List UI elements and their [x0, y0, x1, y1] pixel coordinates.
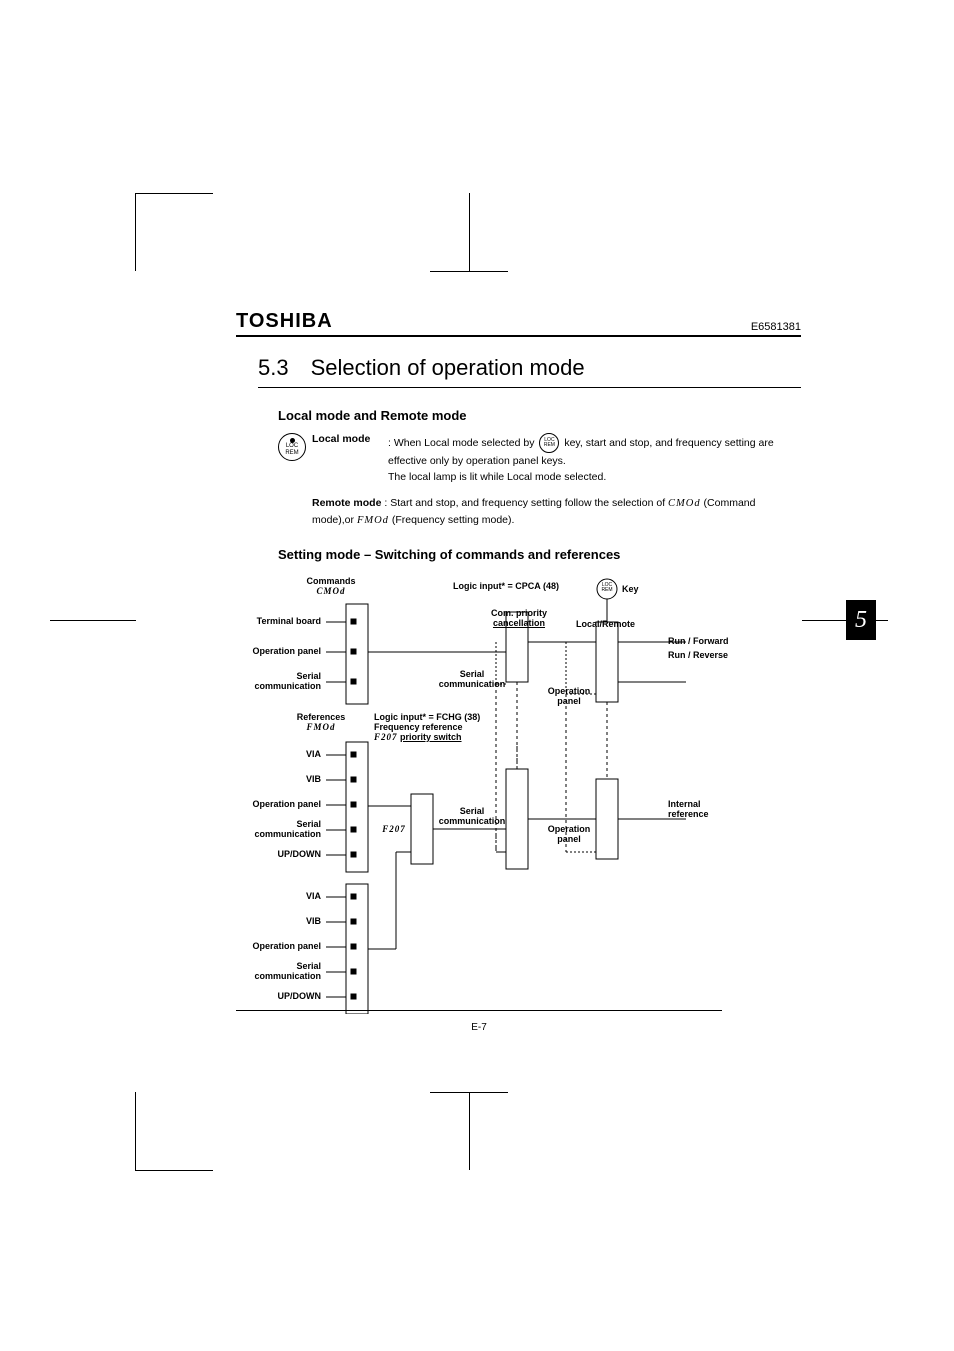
terminal-board-label: Terminal board — [216, 616, 321, 626]
references-title: ReferencesFMOd — [276, 712, 366, 732]
footer-rule — [236, 1010, 722, 1011]
subheading-local-remote: Local mode and Remote mode — [278, 408, 801, 423]
operation-panel-label-1: Operation panel — [216, 646, 321, 656]
remote-mode-text: Remote mode : Start and stop, and freque… — [312, 495, 755, 529]
loc-rem-key-icon: LOC REM — [278, 433, 306, 461]
header-bar: TOSHIBA E6581381 — [236, 310, 801, 337]
vib-label-1: VIB — [216, 774, 321, 784]
logic-cpca-label: Logic input* = CPCA (48) — [436, 581, 576, 591]
serial-comm-label-2: Serialcommunication — [432, 669, 512, 689]
operation-panel-label-2: Operationpanel — [534, 686, 604, 706]
local-remote-label: Local/Remote — [576, 619, 656, 629]
subheading-setting-mode: Setting mode – Switching of commands and… — [278, 547, 801, 562]
operation-panel-label-4: Operation panel — [216, 941, 321, 951]
f207-code: F207 — [376, 824, 412, 834]
updown-label-2: UP/DOWN — [216, 991, 321, 1001]
mode-description-block: LOC REM Local mode : When Local mode sel… — [278, 433, 801, 529]
mode-switch-diagram: CommandsCMOd Terminal board Operation pa… — [236, 574, 801, 1014]
updown-label-1: UP/DOWN — [216, 849, 321, 859]
com-priority-label: Com. prioritycancellation — [479, 608, 559, 628]
via-label-2: VIA — [216, 891, 321, 901]
document-number: E6581381 — [751, 321, 801, 333]
brand-logo: TOSHIBA — [236, 310, 333, 333]
operation-panel-label-3: Operation panel — [216, 799, 321, 809]
serial-comm-label-3: Serialcommunication — [216, 819, 321, 839]
operation-panel-label-5: Operationpanel — [534, 824, 604, 844]
run-reverse-label: Run / Reverse — [668, 650, 768, 660]
diagram-key-label: Key — [622, 584, 652, 594]
section-name: Selection of operation mode — [311, 355, 585, 381]
via-label-1: VIA — [216, 749, 321, 759]
section-number: 5.3 — [258, 355, 289, 381]
serial-comm-label-1: Serialcommunication — [216, 671, 321, 691]
chapter-badge: 5 — [846, 600, 876, 640]
commands-title: CommandsCMOd — [291, 576, 371, 596]
logic-fchg-label: Logic input* = FCHG (38) Frequency refer… — [374, 712, 534, 742]
serial-comm-label-5: Serialcommunication — [432, 806, 512, 826]
run-forward-label: Run / Forward — [668, 636, 768, 646]
loc-rem-diagram-icon: LOCREM — [600, 583, 614, 593]
vib-label-2: VIB — [216, 916, 321, 926]
page-number: E-7 — [236, 1022, 722, 1033]
local-mode-text: : When Local mode selected by LOCREM key… — [388, 433, 774, 485]
serial-comm-label-4: Serialcommunication — [216, 961, 321, 981]
internal-reference-label: Internalreference — [668, 799, 768, 819]
loc-rem-key-icon-small: LOCREM — [539, 433, 559, 453]
local-mode-label: Local mode — [312, 433, 388, 445]
section-title: 5.3 Selection of operation mode — [258, 355, 801, 381]
